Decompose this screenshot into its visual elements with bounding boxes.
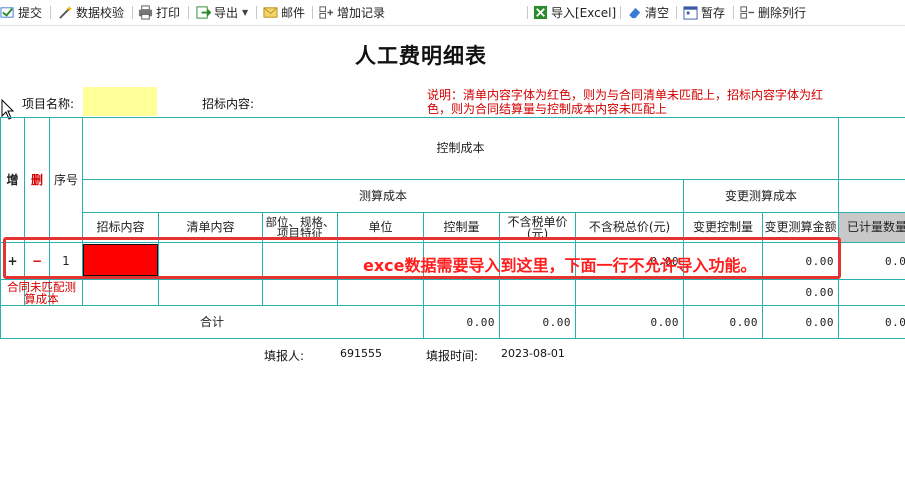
col-header-seq: 序号 [53, 172, 78, 187]
mail-icon [263, 7, 278, 18]
calendar-save-icon [683, 6, 698, 20]
filler-value: 691555 [340, 347, 382, 360]
unmatched-change-calc-amount: 0.00 [805, 286, 834, 299]
delete-rows-button[interactable]: 删除列行 [740, 0, 806, 25]
total-control-qty: 0.00 [466, 315, 495, 329]
total-measured-qty: 0.0 [885, 315, 905, 329]
add-row-icon [319, 6, 334, 19]
print-button[interactable]: 打印 [138, 0, 180, 25]
project-name-input[interactable] [83, 87, 157, 116]
toolbar-separator [50, 6, 51, 19]
col-header-delete: 删 [30, 172, 43, 187]
toolbar-separator [312, 6, 313, 19]
eraser-icon [628, 7, 641, 19]
instruction-note: 说明：清单内容字体为红色，则为与合同清单未匹配上，招标内容字体为红色，则为合同结… [427, 88, 824, 116]
toolbar-separator [676, 6, 677, 19]
toolbar-separator [188, 6, 189, 19]
filler-label: 填报人: [264, 349, 305, 363]
toolbar-separator [256, 6, 257, 19]
validate-button[interactable]: 数据校验 [58, 0, 124, 25]
printer-icon [138, 5, 153, 20]
save-draft-button[interactable]: 暂存 [683, 0, 725, 25]
fill-time-label: 填报时间: [426, 349, 479, 363]
total-change-calc-amount: 0.00 [805, 315, 834, 329]
clear-button[interactable]: 清空 [627, 0, 669, 25]
row-measured-qty: 0.0 [885, 254, 905, 268]
toolbar: 提交 数据校验 打印 导出 ▼ 邮件 增加记录 导入[Excel] 清空 暂存 [0, 0, 905, 26]
submit-icon [0, 7, 14, 18]
excel-import-icon [533, 5, 548, 20]
col-header-measured-qty: 已计量数量 [839, 213, 905, 242]
total-change-control-qty: 0.00 [729, 315, 758, 329]
group-header-change-calc-cost: 变更测算成本 [724, 188, 797, 203]
magic-wand-icon [59, 5, 73, 19]
fill-time-value: 2023-08-01 [501, 347, 565, 360]
delete-row-icon [740, 6, 755, 19]
export-button[interactable]: 导出 ▼ [196, 0, 248, 25]
export-icon [196, 6, 211, 19]
project-name-label: 项目名称: [22, 97, 75, 111]
tender-content-label: 招标内容: [202, 97, 255, 111]
total-unit-price: 0.00 [542, 315, 571, 329]
group-header-control-cost: 控制成本 [436, 141, 485, 155]
import-excel-button[interactable]: 导入[Excel] [533, 0, 616, 25]
mail-button[interactable]: 邮件 [263, 0, 305, 25]
submit-button[interactable]: 提交 [0, 0, 42, 25]
chevron-down-icon: ▼ [242, 8, 249, 17]
toolbar-separator [132, 6, 133, 19]
unmatched-calc-cost-label: 合同未匹配测算成本 [7, 279, 76, 306]
group-header-calc-cost: 测算成本 [358, 188, 407, 203]
total-row-label: 合计 [199, 314, 224, 329]
toolbar-separator [620, 6, 621, 19]
annotation-text: exce数据需要导入到这里，下面一行不允许导入功能。 [363, 256, 757, 275]
toolbar-separator [733, 6, 734, 19]
add-record-button[interactable]: 增加记录 [319, 0, 385, 25]
toolbar-separator [527, 6, 528, 19]
total-total-price: 0.00 [650, 315, 679, 329]
col-header-add: 增 [6, 172, 19, 187]
page-title: 人工费明细表 [355, 43, 487, 68]
